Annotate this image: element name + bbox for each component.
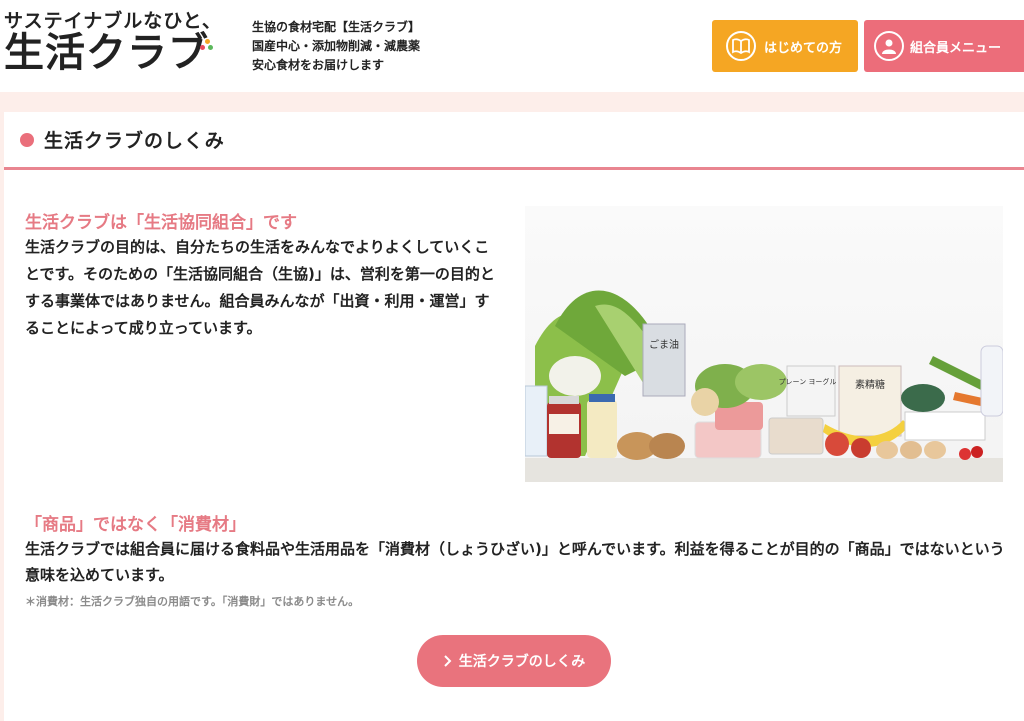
- flour-label: 素精糖: [855, 378, 885, 391]
- logo-tagline: サステイナブルなひと、: [4, 10, 222, 32]
- how-it-works-button[interactable]: 生活クラブのしくみ: [417, 635, 611, 687]
- coop-heading: 生活クラブは「生活協同組合」です: [25, 213, 297, 233]
- groceries-photo: ごま油 プレーン ヨーグルト 素精糖: [525, 206, 1003, 482]
- beginner-button-label: はじめての方: [764, 40, 843, 56]
- title-bullet-icon: [20, 132, 34, 147]
- consumables-heading: 「商品」ではなく「消費材」: [25, 515, 246, 535]
- header-desc-line: 生協の食材宅配【生活クラブ】: [252, 20, 421, 34]
- book-icon: [726, 31, 756, 61]
- consumables-note: ＊消費材：生活クラブ独自の用語です。「消費財」ではありません。: [25, 595, 360, 608]
- page-title: 生活クラブのしくみ: [44, 130, 225, 152]
- header-desc-line: 国産中心・添加物削減・減農薬: [252, 39, 421, 53]
- main-panel: 生活クラブのしくみ 生活クラブは「生活協同組合」です 生活クラブの目的は、自分た…: [4, 112, 1024, 721]
- header-desc-line: 安心食材をお届けします: [252, 58, 385, 72]
- yogurt-label: プレーン ヨーグルト: [779, 377, 844, 386]
- how-it-works-label: 生活クラブのしくみ: [458, 654, 586, 670]
- header-description: 生協の食材宅配【生活クラブ】 国産中心・添加物削減・減農薬 安心食材をお届けしま…: [252, 18, 420, 75]
- beginner-button[interactable]: はじめての方: [712, 20, 858, 72]
- logo-dots: [200, 39, 213, 51]
- site-logo[interactable]: サステイナブルなひと、 生活クラブ: [4, 4, 222, 84]
- coop-description: 生活クラブの目的は、自分たちの生活をみんなでよりよくしていくことです。そのための…: [25, 238, 495, 337]
- user-icon: [874, 31, 904, 61]
- logo-wordmark: 生活クラブ: [4, 30, 209, 76]
- member-menu-label: 組合員メニュー: [910, 40, 1002, 56]
- consumables-description: 生活クラブでは組合員に届ける食料品や生活用品を「消費材（しょうひざい)」と呼んで…: [25, 540, 1005, 584]
- sesame-oil-label: ごま油: [649, 338, 679, 351]
- member-menu-button[interactable]: 組合員メニュー: [864, 20, 1024, 72]
- chevron-right-icon: [444, 655, 452, 667]
- site-header: サステイナブルなひと、 生活クラブ 生協の食材宅配【生活クラブ】 国産中心・添加…: [0, 0, 1024, 92]
- section-header: 生活クラブのしくみ: [4, 112, 1024, 170]
